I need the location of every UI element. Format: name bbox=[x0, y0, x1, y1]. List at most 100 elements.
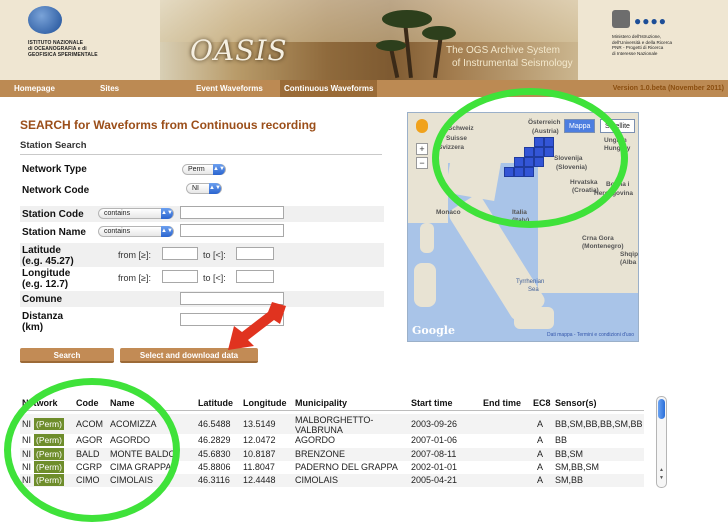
network-code-label: Network Code bbox=[22, 185, 90, 196]
cell-start: 2005-04-21 bbox=[411, 475, 458, 485]
longitude-label-text: Longitude bbox=[22, 268, 71, 279]
page-title: SEARCH for Waveforms from Continuous rec… bbox=[20, 118, 317, 132]
app-subtitle: of Instrumental Seismology bbox=[452, 58, 573, 69]
station-name-mode-select[interactable]: contains ▲▼ bbox=[98, 226, 174, 237]
sea-label: Sea bbox=[528, 287, 539, 293]
ogs-logo-line: GEOFISICA SPERIMENTALE bbox=[28, 52, 98, 58]
select-arrow-icon: ▲▼ bbox=[213, 164, 225, 175]
sea-label: Tyrrhenian bbox=[516, 279, 545, 285]
cell-muni: BRENZONE bbox=[295, 449, 346, 459]
scroll-down-icon[interactable]: ▼ bbox=[659, 475, 664, 481]
latitude-hint: (e.g. 45.27) bbox=[22, 256, 74, 267]
network-code-value: NI bbox=[192, 185, 199, 192]
scroll-up-icon[interactable]: ▲ bbox=[659, 467, 664, 473]
cell-lat: 45.8806 bbox=[198, 462, 231, 472]
cell-ec8: A bbox=[537, 435, 544, 445]
map-terms-link[interactable]: Dati mappa - Termini e condizioni d'uso bbox=[547, 332, 634, 338]
col-header-ec8[interactable]: EC8 bbox=[533, 398, 551, 408]
network-type-label: Network Type bbox=[22, 164, 87, 175]
cell-start: 2007-08-11 bbox=[411, 449, 457, 459]
network-type-select[interactable]: Perm ▲▼ bbox=[182, 164, 226, 175]
prin-dots-icon: ●●●● bbox=[634, 14, 667, 28]
zoom-out-icon[interactable]: − bbox=[416, 157, 428, 169]
distanza-label: Distanza (km) bbox=[22, 311, 63, 333]
main-nav: Homepage Sites Event Waveforms Continuou… bbox=[0, 80, 728, 97]
comune-label: Comune bbox=[22, 294, 62, 305]
station-code-label: Station Code bbox=[22, 209, 84, 220]
cell-ec8: A bbox=[537, 449, 544, 459]
ogs-logo: ISTITUTO NAZIONALE di OCEANOGRAFIA e di … bbox=[14, 6, 134, 72]
station-code-mode-value: contains bbox=[104, 210, 131, 217]
zoom-in-icon[interactable]: + bbox=[416, 143, 428, 155]
cell-lon: 12.4448 bbox=[243, 475, 276, 485]
longitude-label: Longitude (e.g. 12.7) bbox=[22, 268, 70, 290]
cell-lat: 45.6830 bbox=[198, 449, 231, 459]
cell-muni: PADERNO DEL GRAPPA bbox=[295, 462, 398, 472]
cell-lon: 11.8047 bbox=[243, 462, 275, 472]
map-label: (Alba bbox=[620, 259, 637, 266]
col-header-end-time[interactable]: End time bbox=[483, 398, 521, 408]
latitude-to-input[interactable] bbox=[236, 247, 274, 260]
cell-lon: 12.0472 bbox=[243, 435, 276, 445]
latitude-from-label: from [≥]: bbox=[118, 250, 151, 260]
nav-homepage[interactable]: Homepage bbox=[14, 80, 55, 97]
nav-sites[interactable]: Sites bbox=[100, 80, 119, 97]
longitude-to-input[interactable] bbox=[236, 270, 274, 283]
cell-ec8: A bbox=[537, 462, 544, 472]
col-header-start-time[interactable]: Start time bbox=[411, 398, 453, 408]
ministry-logo: ●●●● Ministero dell'Istruzione, dell'Uni… bbox=[612, 10, 722, 72]
distanza-unit: (km) bbox=[22, 322, 44, 333]
cell-start: 2002-01-01 bbox=[411, 462, 458, 472]
scrollbar-thumb[interactable] bbox=[658, 399, 665, 419]
annotation-circle-map bbox=[432, 88, 628, 228]
cell-sensors: BB,SM,BB,BB,SM,BB bbox=[555, 419, 643, 429]
version-label: Version 1.0.beta (November 2011) bbox=[612, 85, 724, 92]
cell-ec8: A bbox=[537, 419, 544, 429]
longitude-from-label: from [≥]: bbox=[118, 273, 151, 283]
select-arrow-icon: ▲▼ bbox=[209, 183, 221, 194]
latitude-to-label: to [<]: bbox=[203, 250, 226, 260]
cell-sensors: SM,BB bbox=[555, 475, 584, 485]
section-title: Station Search bbox=[20, 140, 382, 155]
cell-lat: 46.5488 bbox=[198, 419, 231, 429]
app-subtitle: The OGS Archive System bbox=[446, 45, 560, 56]
cell-sensors: BB,SM bbox=[555, 449, 584, 459]
pegman-icon[interactable] bbox=[416, 119, 428, 133]
col-header-municipality[interactable]: Municipality bbox=[295, 398, 347, 408]
col-header-longitude[interactable]: Longitude bbox=[243, 398, 287, 408]
longitude-from-input[interactable] bbox=[162, 270, 198, 283]
col-header-sensors[interactable]: Sensor(s) bbox=[555, 398, 597, 408]
network-type-value: Perm bbox=[188, 166, 205, 173]
latitude-from-input[interactable] bbox=[162, 247, 198, 260]
nav-event-waveforms[interactable]: Event Waveforms bbox=[196, 80, 263, 97]
station-code-input[interactable] bbox=[180, 206, 284, 219]
map-label: Shqip bbox=[620, 251, 639, 258]
cell-sensors: SM,BB,SM bbox=[555, 462, 600, 472]
table-scrollbar[interactable]: ▲ ▼ bbox=[656, 396, 667, 488]
cell-muni: MALBORGHETTO-VALBRUNA bbox=[295, 415, 374, 435]
cell-ec8: A bbox=[537, 475, 544, 485]
cell-lat: 46.3116 bbox=[198, 475, 230, 485]
map-label: Crna Gora bbox=[582, 235, 614, 242]
station-name-label: Station Name bbox=[22, 227, 86, 238]
search-button[interactable]: Search bbox=[20, 348, 114, 363]
longitude-to-label: to [<]: bbox=[203, 273, 226, 283]
cell-sensors: BB bbox=[555, 435, 568, 445]
republic-seal-icon bbox=[612, 10, 630, 28]
station-name-input[interactable] bbox=[180, 224, 284, 237]
col-header-latitude[interactable]: Latitude bbox=[198, 398, 233, 408]
longitude-hint: (e.g. 12.7) bbox=[22, 279, 69, 290]
map-controls: + − bbox=[416, 119, 430, 171]
annotation-arrow bbox=[228, 302, 286, 350]
latitude-label: Latitude (e.g. 45.27) bbox=[22, 245, 74, 267]
annotation-circle-table bbox=[4, 378, 180, 522]
cell-start: 2003-09-26 bbox=[411, 419, 458, 429]
app-title: OASIS bbox=[190, 34, 288, 67]
select-arrow-icon: ▲▼ bbox=[161, 208, 173, 219]
network-code-select[interactable]: NI ▲▼ bbox=[186, 183, 222, 194]
cell-lon: 13.5149 bbox=[243, 419, 276, 429]
nav-continuous-waveforms[interactable]: Continuous Waveforms bbox=[280, 80, 378, 97]
latitude-label-text: Latitude bbox=[22, 245, 61, 256]
ministry-logo-line: di Interesse Nazionale bbox=[612, 50, 658, 56]
station-code-mode-select[interactable]: contains ▲▼ bbox=[98, 208, 174, 219]
